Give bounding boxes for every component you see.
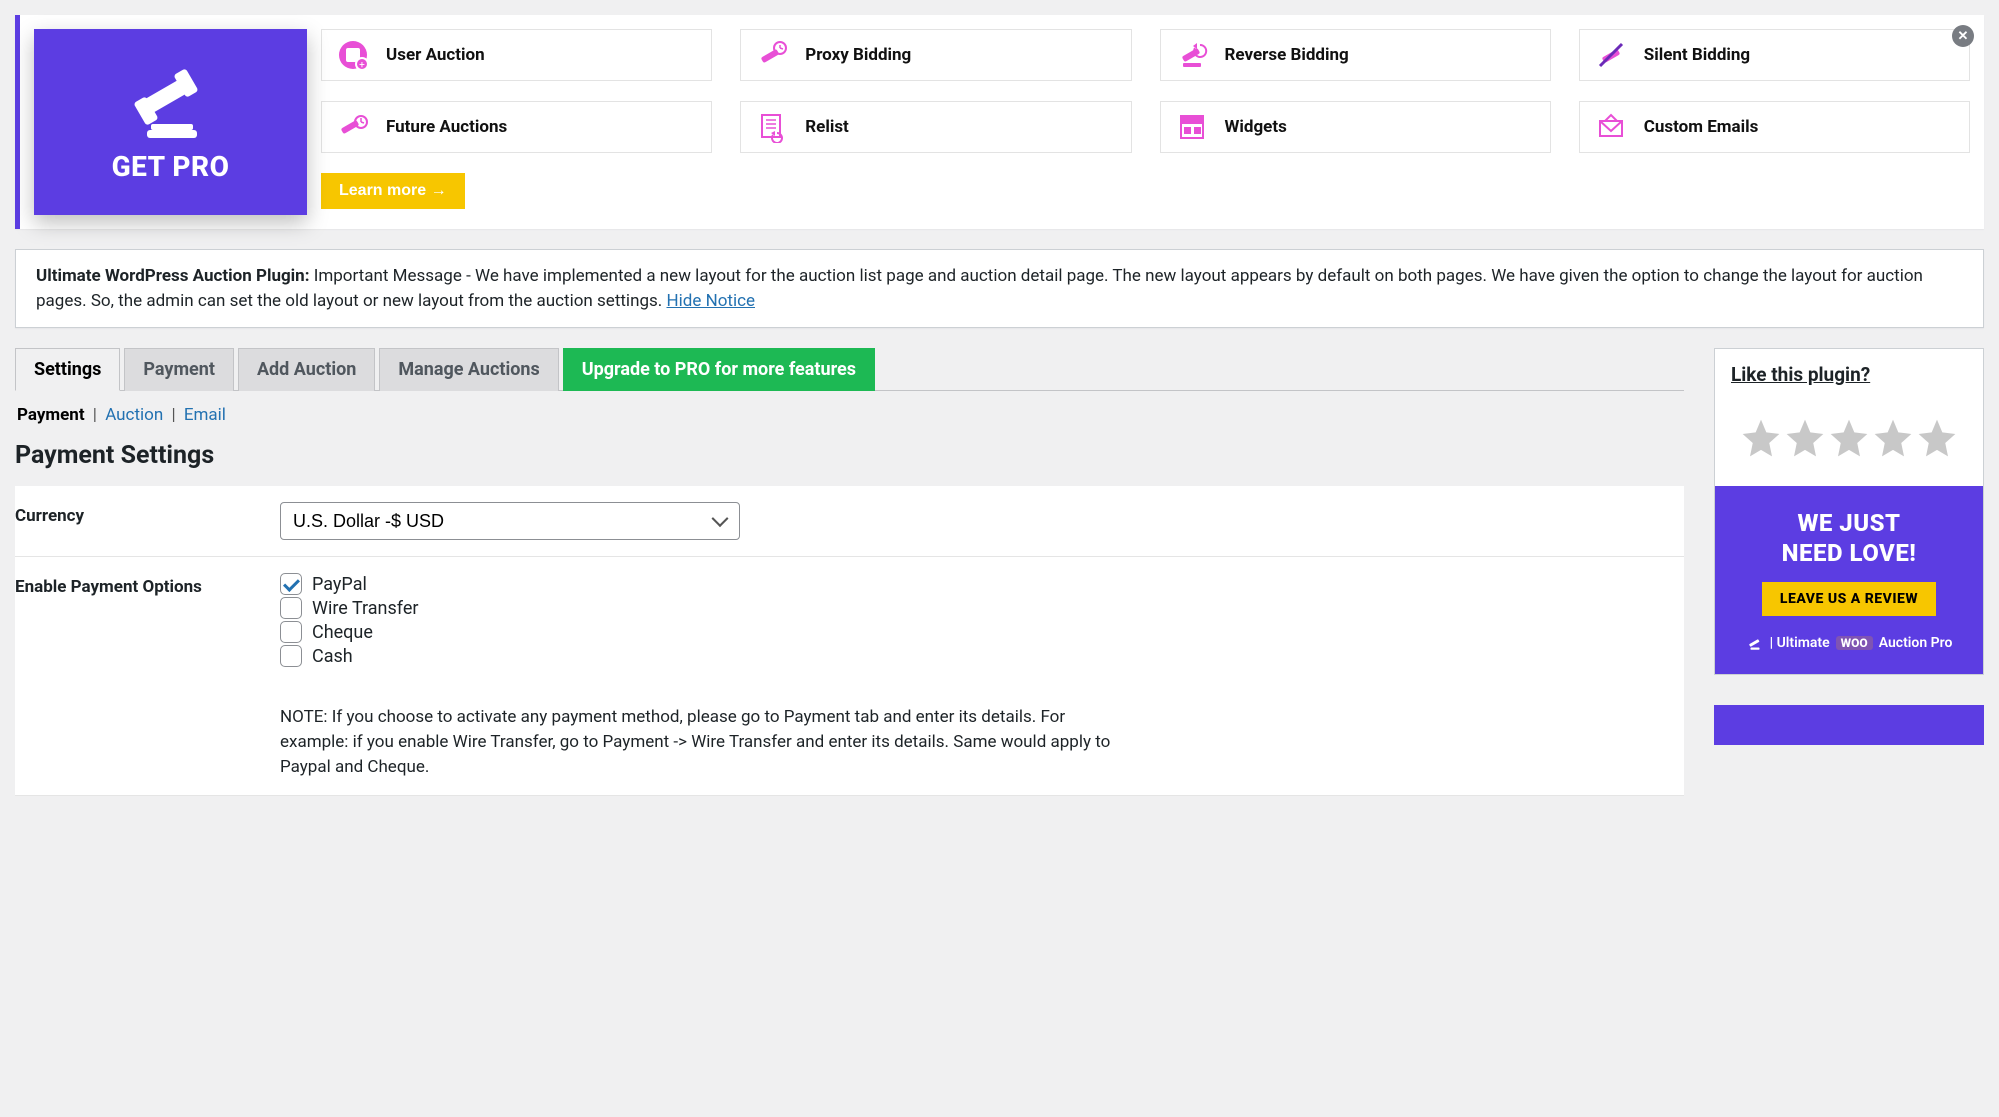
feature-label: User Auction [386,45,485,65]
proxy-bidding-icon [755,38,789,72]
star-icon [1739,416,1783,460]
page-title: Payment Settings [15,441,1684,470]
star-icon [1783,416,1827,460]
tab-row: Settings Payment Add Auction Manage Auct… [15,348,1684,391]
feature-label: Future Auctions [386,117,507,137]
star-icon [1871,416,1915,460]
notice-body: Important Message - We have implemented … [36,266,1923,311]
widgets-icon [1175,110,1209,144]
star-icon [1827,416,1871,460]
future-auctions-icon [336,110,370,144]
like-plugin-card: Like this plugin? WE JUST NEED LOVE! LEA… [1714,348,1984,675]
close-icon[interactable]: ✕ [1952,25,1974,47]
feature-relist[interactable]: Relist [740,101,1131,153]
tab-add-auction[interactable]: Add Auction [238,348,375,391]
like-plugin-title: Like this plugin? [1715,349,1983,396]
silent-bidding-icon [1594,38,1628,72]
feature-silent-bidding[interactable]: Silent Bidding [1579,29,1970,81]
checkbox-cash[interactable] [280,645,302,667]
feature-label: Widgets [1225,117,1287,137]
feature-proxy-bidding[interactable]: Proxy Bidding [740,29,1131,81]
sidebar-teaser [1714,705,1984,745]
relist-icon [755,110,789,144]
tab-settings[interactable]: Settings [15,348,120,391]
feature-reverse-bidding[interactable]: Reverse Bidding [1160,29,1551,81]
star-rating[interactable] [1715,396,1983,486]
settings-form-table: Currency U.S. Dollar -$ USD Enable Payme… [15,486,1684,796]
user-auction-icon: + [336,38,370,72]
currency-select[interactable]: U.S. Dollar -$ USD [280,502,740,540]
feature-label: Reverse Bidding [1225,45,1349,65]
custom-emails-icon [1594,110,1628,144]
currency-select-wrap: U.S. Dollar -$ USD [280,502,740,540]
hide-notice-link[interactable]: Hide Notice [666,291,755,311]
star-icon [1915,416,1959,460]
subtab-payment[interactable]: Payment [15,405,87,425]
leave-review-button[interactable]: LEAVE US A REVIEW [1762,582,1936,616]
notice-bar: Ultimate WordPress Auction Plugin: Impor… [15,249,1984,328]
review-line1: WE JUST [1727,508,1971,538]
feature-grid: + User Auction Proxy Bidding Reverse Bid… [321,29,1970,153]
pro-promo-banner: ✕ GET PRO + User Auction Proxy Biddi [15,15,1984,229]
learn-more-button[interactable]: Learn more → [321,173,465,209]
subtab-auction[interactable]: Auction [103,405,165,425]
gavel-small-icon [1746,634,1764,652]
ultimate-pro-line: | Ultimate WOO Auction Pro [1727,634,1971,652]
subtab-email[interactable]: Email [182,405,228,425]
checkbox-wire[interactable] [280,597,302,619]
checkbox-paypal[interactable] [280,573,302,595]
gavel-icon [121,62,221,142]
option-cash[interactable]: Cash [280,645,1668,667]
feature-custom-emails[interactable]: Custom Emails [1579,101,1970,153]
currency-label: Currency [15,486,280,557]
feature-label: Proxy Bidding [805,45,911,65]
payment-note: NOTE: If you choose to activate any paym… [280,705,1130,779]
tab-manage-auctions[interactable]: Manage Auctions [379,348,558,391]
review-box: WE JUST NEED LOVE! LEAVE US A REVIEW | U… [1715,486,1983,674]
review-line2: NEED LOVE! [1727,538,1971,568]
feature-user-auction[interactable]: + User Auction [321,29,712,81]
get-pro-label: GET PRO [112,150,230,183]
option-cheque[interactable]: Cheque [280,621,1668,643]
enable-payment-label: Enable Payment Options [15,557,280,796]
option-paypal[interactable]: PayPal [280,573,1668,595]
feature-label: Relist [805,117,849,137]
tab-upgrade-pro[interactable]: Upgrade to PRO for more features [563,348,875,391]
feature-area: + User Auction Proxy Bidding Reverse Bid… [321,29,1970,209]
feature-label: Custom Emails [1644,117,1759,137]
svg-text:+: + [359,60,365,71]
feature-widgets[interactable]: Widgets [1160,101,1551,153]
payment-options-list: PayPal Wire Transfer Cheque Cash [280,573,1668,667]
notice-prefix: Ultimate WordPress Auction Plugin: [36,266,310,286]
subtab-row: Payment | Auction | Email [15,405,1684,425]
tab-payment[interactable]: Payment [124,348,234,391]
option-wire[interactable]: Wire Transfer [280,597,1668,619]
get-pro-box[interactable]: GET PRO [34,29,307,215]
checkbox-cheque[interactable] [280,621,302,643]
feature-future-auctions[interactable]: Future Auctions [321,101,712,153]
feature-label: Silent Bidding [1644,45,1750,65]
reverse-bidding-icon [1175,38,1209,72]
woo-badge: WOO [1836,636,1873,650]
